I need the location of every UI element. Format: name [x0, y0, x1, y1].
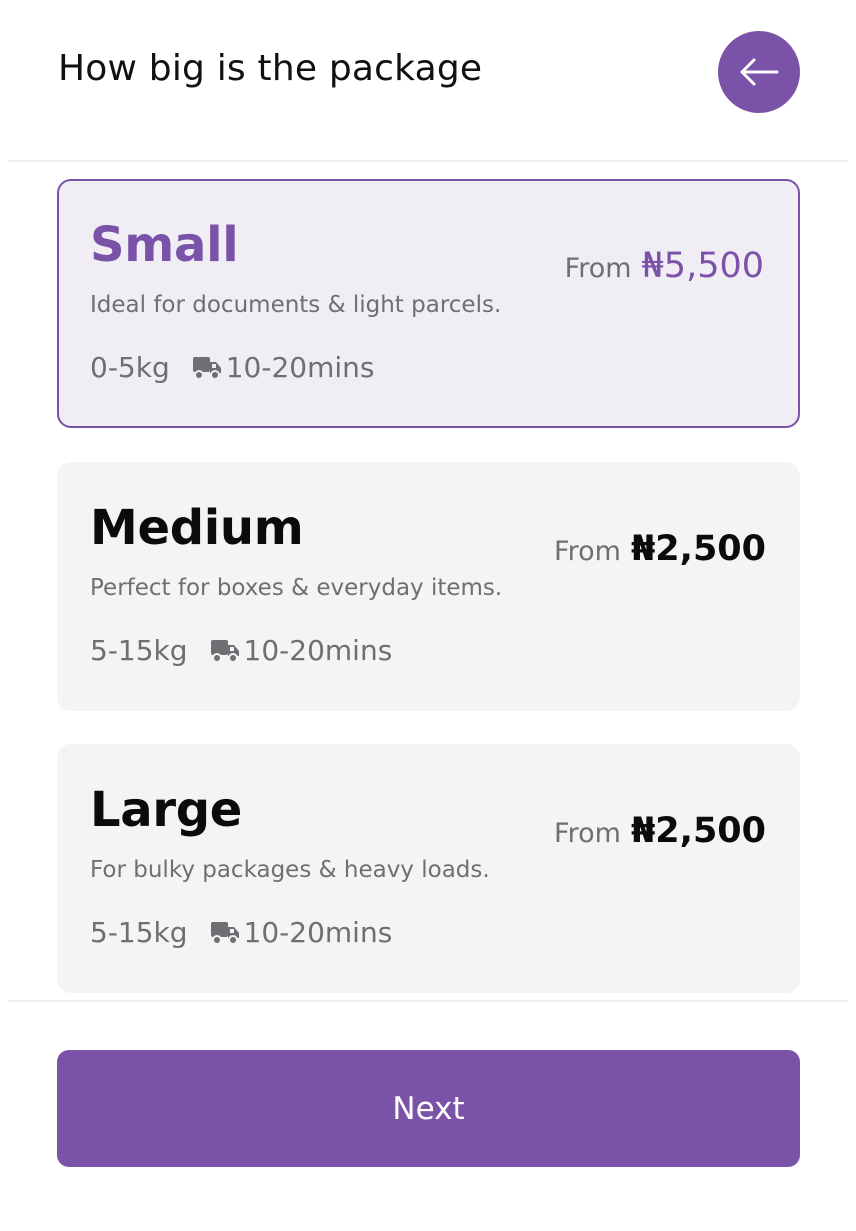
- price-amount: ₦2,500: [630, 811, 766, 851]
- page-title: How big is the package: [58, 48, 483, 89]
- package-weight: 5-15kg: [90, 634, 188, 667]
- package-price: From ₦5,500: [565, 246, 764, 286]
- delivery-time: 10-20mins: [243, 916, 393, 949]
- delivery-truck-icon: [210, 639, 239, 663]
- package-name: Medium: [90, 500, 304, 556]
- package-meta: 0-5kg 10-20mins: [90, 351, 374, 384]
- package-size-screen: How big is the package Small From ₦5,500…: [0, 0, 856, 1231]
- package-option-medium[interactable]: Medium From ₦2,500 Perfect for boxes & e…: [57, 462, 800, 711]
- package-description: Perfect for boxes & everyday items.: [90, 575, 503, 601]
- package-price: From ₦2,500: [554, 529, 766, 569]
- back-button[interactable]: [718, 31, 800, 113]
- price-amount: ₦5,500: [641, 246, 764, 286]
- package-weight: 5-15kg: [90, 916, 188, 949]
- package-description: Ideal for documents & light parcels.: [90, 292, 502, 318]
- package-meta: 5-15kg 10-20mins: [90, 916, 392, 949]
- arrow-left-icon: [740, 58, 779, 86]
- delivery-truck-icon: [192, 356, 221, 380]
- header-divider: [8, 160, 848, 162]
- price-prefix: From: [554, 536, 621, 567]
- delivery-time: 10-20mins: [243, 634, 393, 667]
- package-meta: 5-15kg 10-20mins: [90, 634, 392, 667]
- price-amount: ₦2,500: [630, 529, 766, 569]
- package-description: For bulky packages & heavy loads.: [90, 857, 490, 883]
- footer-divider: [8, 1000, 848, 1002]
- package-option-large[interactable]: Large From ₦2,500 For bulky packages & h…: [57, 744, 800, 993]
- delivery-truck-icon: [210, 921, 239, 945]
- package-name: Small: [90, 217, 239, 273]
- price-prefix: From: [564, 253, 632, 284]
- package-name: Large: [90, 782, 243, 838]
- package-price: From ₦2,500: [554, 811, 766, 851]
- package-option-small[interactable]: Small From ₦5,500 Ideal for documents & …: [57, 179, 800, 428]
- header: How big is the package: [0, 0, 856, 160]
- delivery-time: 10-20mins: [225, 351, 375, 384]
- next-button[interactable]: Next: [57, 1050, 800, 1167]
- price-prefix: From: [554, 818, 621, 849]
- package-weight: 0-5kg: [90, 351, 170, 384]
